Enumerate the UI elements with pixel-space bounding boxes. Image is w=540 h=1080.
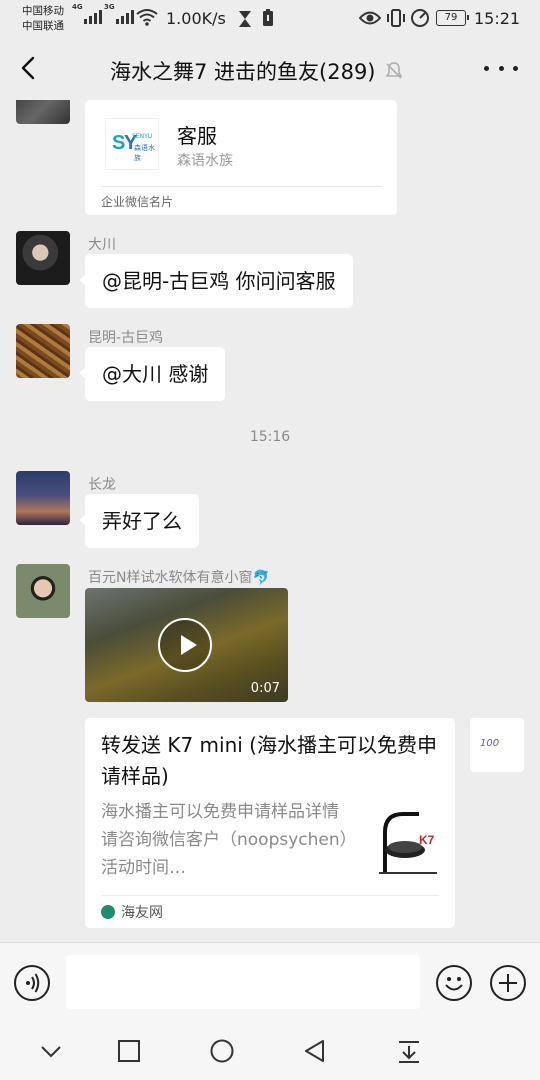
smiley-icon: [445, 977, 463, 991]
divider: [101, 186, 381, 187]
chat-title: 海水之舞7 进击的鱼友(289): [110, 60, 376, 84]
card-name: 客服: [177, 124, 217, 148]
sender-name: 长龙: [88, 477, 116, 493]
video-message[interactable]: 0:07: [85, 588, 288, 702]
sender-name: 百元N样试水软体有意小窗🐬: [88, 570, 270, 586]
mute-bell-icon: [385, 62, 403, 79]
avatar[interactable]: [16, 564, 70, 618]
link-card[interactable]: 转发送 K7 mini (海水播主可以免费申请样品) 海水播主可以免费申请样品详…: [85, 718, 455, 928]
contact-card[interactable]: S Y SENYU 森语水族 客服 森语水族 企业微信名片: [85, 100, 397, 215]
card-logo: S Y SENYU 森语水族: [105, 118, 159, 170]
avatar[interactable]: [16, 324, 70, 378]
voice-icon: [26, 973, 40, 993]
status-bar: 中国移动 中国联通 4G 3G 1.00K/s 79 15:21: [0, 0, 540, 38]
emoji-button[interactable]: [436, 965, 472, 1001]
source-name: 海友网: [121, 905, 163, 921]
link-description: 海水播主可以免费申请样品详情请咨询微信客户（noopsychen）活动时间…: [101, 802, 349, 878]
link-thumbnail: K7: [375, 802, 441, 882]
message-bubble[interactable]: @昆明-古巨鸡 你问问客服: [79, 254, 353, 308]
wifi-icon: [136, 9, 158, 26]
message-bubble[interactable]: 弄好了么: [79, 494, 199, 548]
divider: [101, 895, 439, 896]
play-icon[interactable]: [158, 618, 212, 672]
carrier-1: 中国移动: [22, 5, 64, 17]
card-subtitle: 森语水族: [177, 153, 233, 169]
voice-input-button[interactable]: [14, 965, 50, 1001]
network-speed: 1.00K/s: [166, 9, 226, 28]
carrier-2: 中国联通: [22, 20, 64, 32]
sender-name: 昆明-古巨鸡: [88, 330, 164, 346]
speedometer-icon: [411, 9, 429, 27]
more-options-icon[interactable]: [484, 58, 518, 78]
chat-header: 海水之舞7 进击的鱼友(289): [0, 38, 540, 100]
svg-text:K7: K7: [419, 833, 435, 847]
avatar[interactable]: [16, 471, 70, 525]
sender-name: 大川: [88, 237, 116, 253]
clock: 15:21: [474, 9, 521, 28]
link-title: 转发送 K7 mini (海水播主可以免费申请样品): [101, 733, 437, 788]
video-duration: 0:07: [250, 681, 280, 696]
chat-title-group: 海水之舞7 进击的鱼友(289): [110, 56, 404, 86]
signal-1-icon: 4G: [72, 3, 102, 24]
avatar[interactable]: [16, 100, 70, 124]
link-source: 海友网: [101, 902, 163, 922]
recent-apps-icon[interactable]: [116, 1038, 142, 1064]
back-triangle-icon[interactable]: [302, 1038, 328, 1064]
hourglass-icon: [239, 11, 251, 27]
system-navigation-bar: [0, 1026, 540, 1080]
input-bar: [0, 942, 540, 1026]
source-logo-icon: [101, 905, 115, 919]
plus-icon: [499, 974, 517, 992]
vibrate-icon: [387, 9, 405, 27]
message-bubble[interactable]: @大川 感谢: [78, 347, 226, 401]
battery-indicator: 79: [436, 10, 469, 26]
home-icon[interactable]: [209, 1038, 235, 1064]
notification-pull-icon[interactable]: [396, 1038, 422, 1064]
add-more-button[interactable]: [490, 965, 526, 1001]
signal-2-icon: 3G: [104, 3, 134, 24]
eye-icon: [359, 11, 381, 25]
avatar[interactable]: [16, 231, 70, 285]
message-list[interactable]: S Y SENYU 森语水族 客服 森语水族 企业微信名片 大川 @昆明-古巨鸡…: [0, 100, 540, 942]
message-input[interactable]: [66, 955, 420, 1009]
battery-saver-icon: [263, 9, 273, 26]
avatar[interactable]: 100: [470, 718, 524, 772]
carrier-info: 中国移动 中国联通: [22, 4, 64, 34]
timestamp: 15:16: [249, 429, 291, 445]
chevron-down-icon[interactable]: [38, 1038, 64, 1064]
back-arrow-icon[interactable]: [14, 52, 46, 84]
card-type-label: 企业微信名片: [101, 195, 174, 209]
